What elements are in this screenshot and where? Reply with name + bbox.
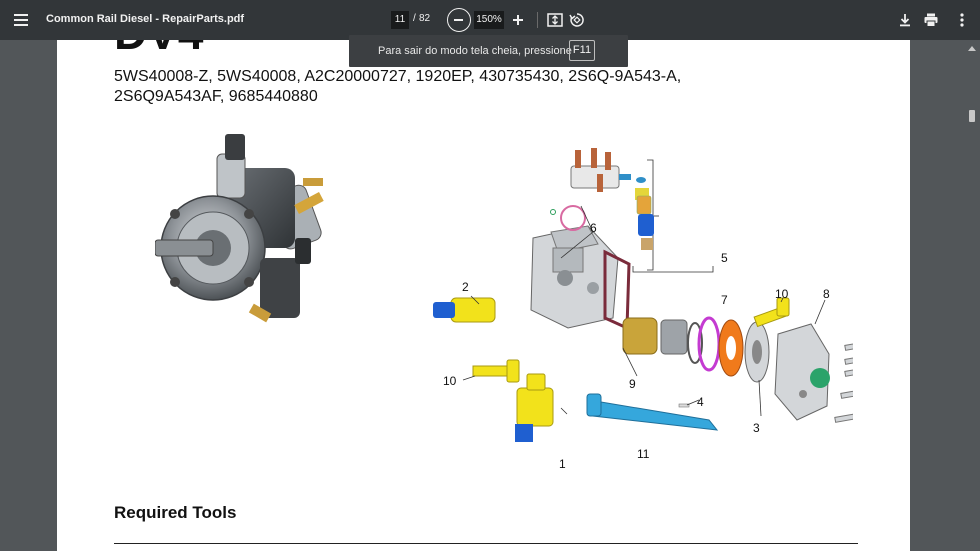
callout-6: 6 bbox=[590, 221, 597, 235]
callout-9: 9 bbox=[629, 377, 636, 391]
fit-page-icon[interactable] bbox=[546, 11, 564, 29]
callout-10b: 10 bbox=[775, 287, 789, 301]
page-number-input[interactable]: 11 bbox=[391, 11, 409, 29]
callout-10: 10 bbox=[443, 374, 457, 388]
callout-7: 7 bbox=[721, 293, 728, 307]
pump-photo bbox=[155, 134, 324, 323]
page-heading: DV4 bbox=[114, 40, 203, 60]
exploded-parts-diagram: 1 2 3 4 5 6 7 8 9 9 10 10 11 bbox=[433, 148, 853, 471]
more-vert-icon[interactable] bbox=[953, 11, 971, 29]
total-pages: 82 bbox=[419, 13, 431, 24]
print-icon[interactable] bbox=[922, 11, 940, 29]
download-icon[interactable] bbox=[896, 11, 914, 29]
callout-3: 3 bbox=[753, 421, 760, 435]
callout-11: 11 bbox=[637, 447, 650, 461]
vertical-scrollbar[interactable] bbox=[965, 40, 980, 551]
callout-2: 2 bbox=[462, 280, 469, 294]
callout-1: 1 bbox=[559, 457, 566, 471]
document-title: Common Rail Diesel - RepairParts.pdf bbox=[46, 13, 245, 25]
zoom-out-icon[interactable] bbox=[447, 8, 471, 32]
section-title: Required Tools bbox=[114, 503, 237, 522]
scroll-up-icon[interactable] bbox=[968, 46, 976, 51]
menu-icon[interactable] bbox=[12, 10, 32, 30]
pdf-toolbar: Common Rail Diesel - RepairParts.pdf 11 … bbox=[0, 0, 980, 40]
rotate-icon[interactable] bbox=[568, 11, 586, 29]
page-separator: / bbox=[413, 13, 416, 24]
zoom-level-input[interactable]: 150% bbox=[474, 11, 504, 29]
toolbar-divider bbox=[537, 12, 538, 28]
fullscreen-exit-toast: Para sair do modo tela cheia, pressione … bbox=[349, 35, 628, 67]
scrollbar-thumb[interactable] bbox=[969, 110, 975, 122]
part-numbers-text: 5WS40008-Z, 5WS40008, A2C20000727, 1920E… bbox=[114, 68, 682, 105]
zoom-in-icon[interactable] bbox=[509, 11, 527, 29]
section-divider bbox=[114, 543, 858, 544]
f11-key-badge: F11 bbox=[569, 40, 595, 61]
callout-4: 4 bbox=[697, 395, 704, 409]
pdf-page: DV4 5WS40008-Z, 5WS40008, A2C20000727, 1… bbox=[57, 40, 910, 551]
fullscreen-toast-text: Para sair do modo tela cheia, pressione bbox=[378, 45, 572, 57]
callout-8: 8 bbox=[823, 287, 830, 301]
callout-5: 5 bbox=[721, 251, 728, 265]
